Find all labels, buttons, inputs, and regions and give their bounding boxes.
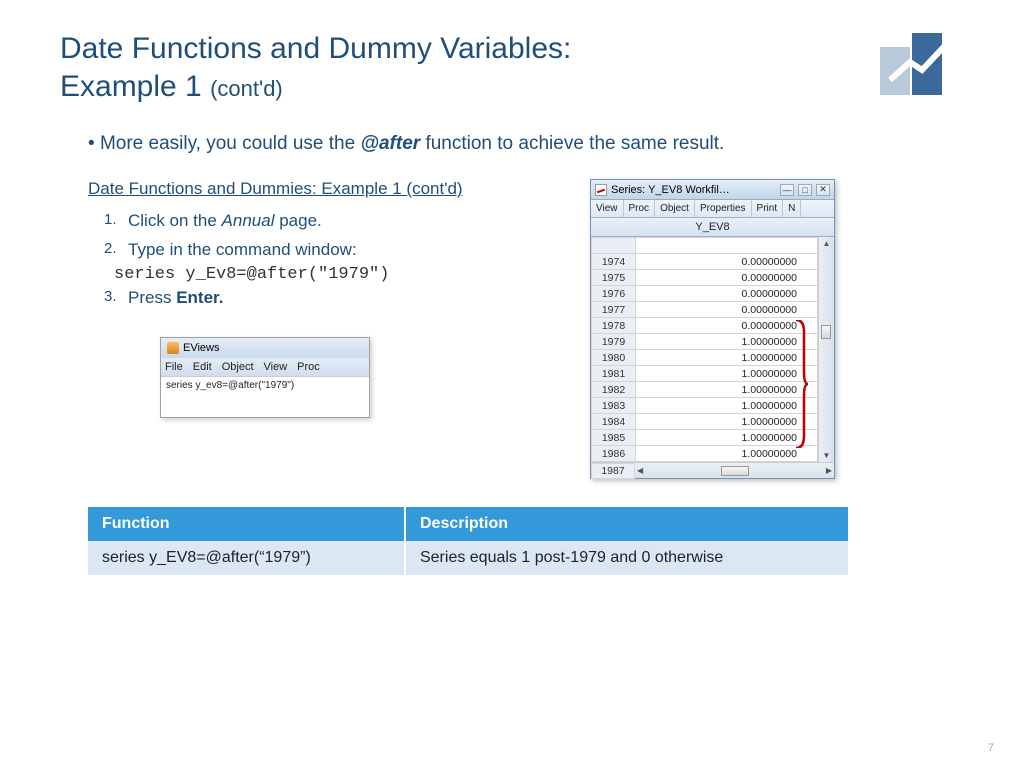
menu-object[interactable]: Object (222, 361, 254, 373)
function-cell: series y_EV8=@after(“1979”) (88, 541, 405, 575)
tb-n[interactable]: N (783, 200, 801, 217)
year-cell: 1976 (592, 286, 636, 302)
menu-file[interactable]: File (165, 361, 183, 373)
tb-proc[interactable]: Proc (624, 200, 656, 217)
value-cell: 0.00000000 (636, 286, 818, 302)
horizontal-scrollbar[interactable]: 1987 ◀ ▶ (591, 462, 834, 478)
tb-view[interactable]: View (591, 200, 624, 217)
scroll-down-icon[interactable]: ▼ (823, 451, 831, 460)
year-cell (592, 238, 636, 254)
title-line2-sub: (cont'd) (210, 76, 283, 101)
year-cell: 1974 (592, 254, 636, 270)
menu-edit[interactable]: Edit (193, 361, 212, 373)
bullet-point: More easily, you could use the @after fu… (88, 133, 964, 155)
steps-list: 1.Click on the Annual page. 2.Type in th… (104, 207, 560, 265)
function-table: Function Description series y_EV8=@after… (88, 507, 848, 575)
minimize-button[interactable]: — (780, 184, 794, 196)
year-cell: 1984 (592, 414, 636, 430)
scroll-thumb[interactable] (821, 325, 831, 339)
value-cell: 0.00000000 (636, 254, 818, 270)
tb-print[interactable]: Print (752, 200, 784, 217)
scroll-right-icon[interactable]: ▶ (826, 466, 832, 475)
year-cell: 1980 (592, 350, 636, 366)
eviews-app-icon (167, 342, 179, 354)
description-cell: Series equals 1 post-1979 and 0 otherwis… (405, 541, 848, 575)
eviews-title: EViews (183, 342, 219, 354)
year-cell: 1975 (592, 270, 636, 286)
value-cell: 0.00000000 (636, 318, 818, 334)
year-cell: 1986 (592, 446, 636, 462)
value-cell: 1.00000000 (636, 446, 818, 462)
year-cell: 1977 (592, 302, 636, 318)
scroll-left-icon[interactable]: ◀ (637, 466, 643, 475)
value-cell: 0.00000000 (636, 270, 818, 286)
year-cell: 1982 (592, 382, 636, 398)
step-1: 1.Click on the Annual page. (104, 207, 560, 236)
hscroll-thumb[interactable] (721, 466, 749, 476)
value-cell: 1.00000000 (636, 430, 818, 446)
step-3: 3. Press Enter. (104, 284, 560, 313)
eviews-menubar: File Edit Object View Proc (161, 358, 369, 376)
menu-proc[interactable]: Proc (297, 361, 320, 373)
scroll-up-icon[interactable]: ▲ (823, 239, 831, 248)
year-cell: 1978 (592, 318, 636, 334)
vertical-scrollbar[interactable]: ▲ ▼ (818, 237, 834, 462)
brace-annotation (794, 320, 808, 448)
steps-list-2: 3. Press Enter. (104, 284, 560, 313)
value-cell: 1.00000000 (636, 366, 818, 382)
value-cell: 1.00000000 (636, 334, 818, 350)
tb-properties[interactable]: Properties (695, 200, 752, 217)
series-window-title: Series: Y_EV8 Workfil… (611, 184, 730, 196)
value-cell (636, 238, 818, 254)
series-name-header: Y_EV8 (591, 218, 834, 237)
value-cell: 1.00000000 (636, 382, 818, 398)
brand-logo (880, 25, 964, 95)
page-number: 7 (988, 742, 994, 754)
tb-object[interactable]: Object (655, 200, 695, 217)
slide-title: Date Functions and Dummy Variables: Exam… (60, 30, 571, 105)
value-cell: 1.00000000 (636, 414, 818, 430)
col-description: Description (405, 507, 848, 541)
series-icon (595, 184, 607, 196)
series-toolbar: View Proc Object Properties Print N (591, 200, 834, 218)
command-window[interactable]: series y_ev8=@after("1979") (161, 376, 369, 417)
code-line: series y_Ev8=@after("1979") (114, 265, 560, 284)
last-year-cell: 1987 (591, 463, 635, 479)
section-subtitle: Date Functions and Dummies: Example 1 (c… (88, 179, 560, 199)
menu-view[interactable]: View (264, 361, 288, 373)
year-cell: 1983 (592, 398, 636, 414)
value-cell: 1.00000000 (636, 398, 818, 414)
close-button[interactable]: ✕ (816, 184, 830, 196)
year-cell: 1981 (592, 366, 636, 382)
series-data-grid: 19740.0000000019750.0000000019760.000000… (591, 237, 818, 462)
title-line1: Date Functions and Dummy Variables: (60, 32, 571, 65)
year-cell: 1985 (592, 430, 636, 446)
value-cell: 0.00000000 (636, 302, 818, 318)
series-window: Series: Y_EV8 Workfil… — □ ✕ View Proc O… (590, 179, 835, 479)
maximize-button[interactable]: □ (798, 184, 812, 196)
eviews-main-window: EViews File Edit Object View Proc series… (160, 337, 370, 418)
step-2: 2.Type in the command window: (104, 236, 560, 265)
value-cell: 1.00000000 (636, 350, 818, 366)
year-cell: 1979 (592, 334, 636, 350)
col-function: Function (88, 507, 405, 541)
title-line2-main: Example 1 (60, 70, 210, 103)
